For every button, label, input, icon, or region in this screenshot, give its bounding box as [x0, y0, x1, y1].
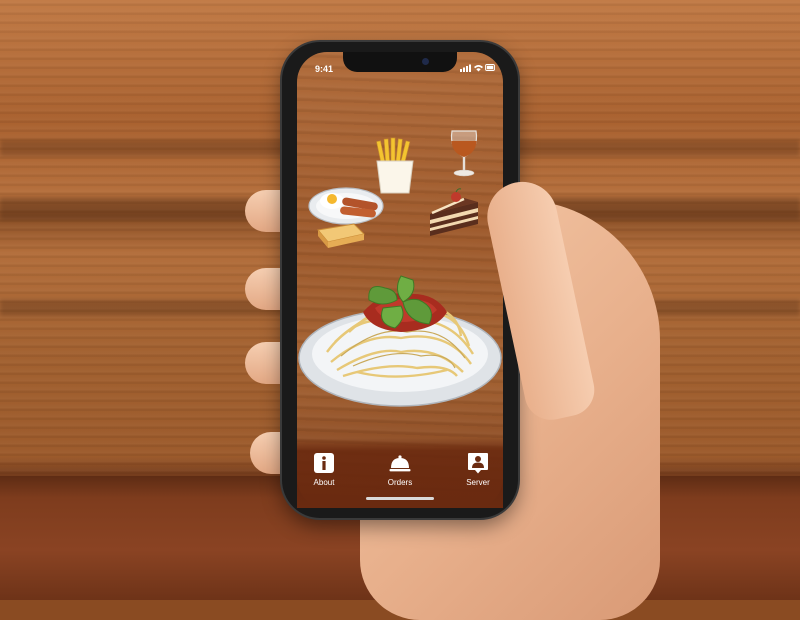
nav-about-button[interactable]: About [299, 452, 349, 487]
nav-orders-button[interactable]: Orders [375, 452, 425, 487]
signal-icon [460, 64, 471, 72]
nav-about-label: About [313, 478, 335, 487]
nav-server-button[interactable]: Server [453, 452, 503, 487]
server-person-icon [468, 453, 488, 474]
info-icon [314, 453, 334, 473]
status-icons [460, 64, 495, 72]
cloche-icon [389, 455, 411, 472]
status-time: 9:41 [315, 64, 334, 74]
nav-server-label: Server [466, 478, 490, 487]
battery-icon [485, 64, 495, 71]
wifi-icon [474, 65, 483, 72]
phone-notch [343, 52, 457, 72]
spaghetti-plate-icon[interactable] [297, 272, 503, 412]
home-indicator[interactable] [366, 497, 434, 500]
cake-slice-icon[interactable] [424, 188, 482, 242]
brandy-glass-icon[interactable] [446, 125, 482, 179]
nav-orders-label: Orders [387, 478, 413, 487]
toast-icon[interactable] [314, 220, 368, 250]
camera-icon [422, 58, 429, 65]
